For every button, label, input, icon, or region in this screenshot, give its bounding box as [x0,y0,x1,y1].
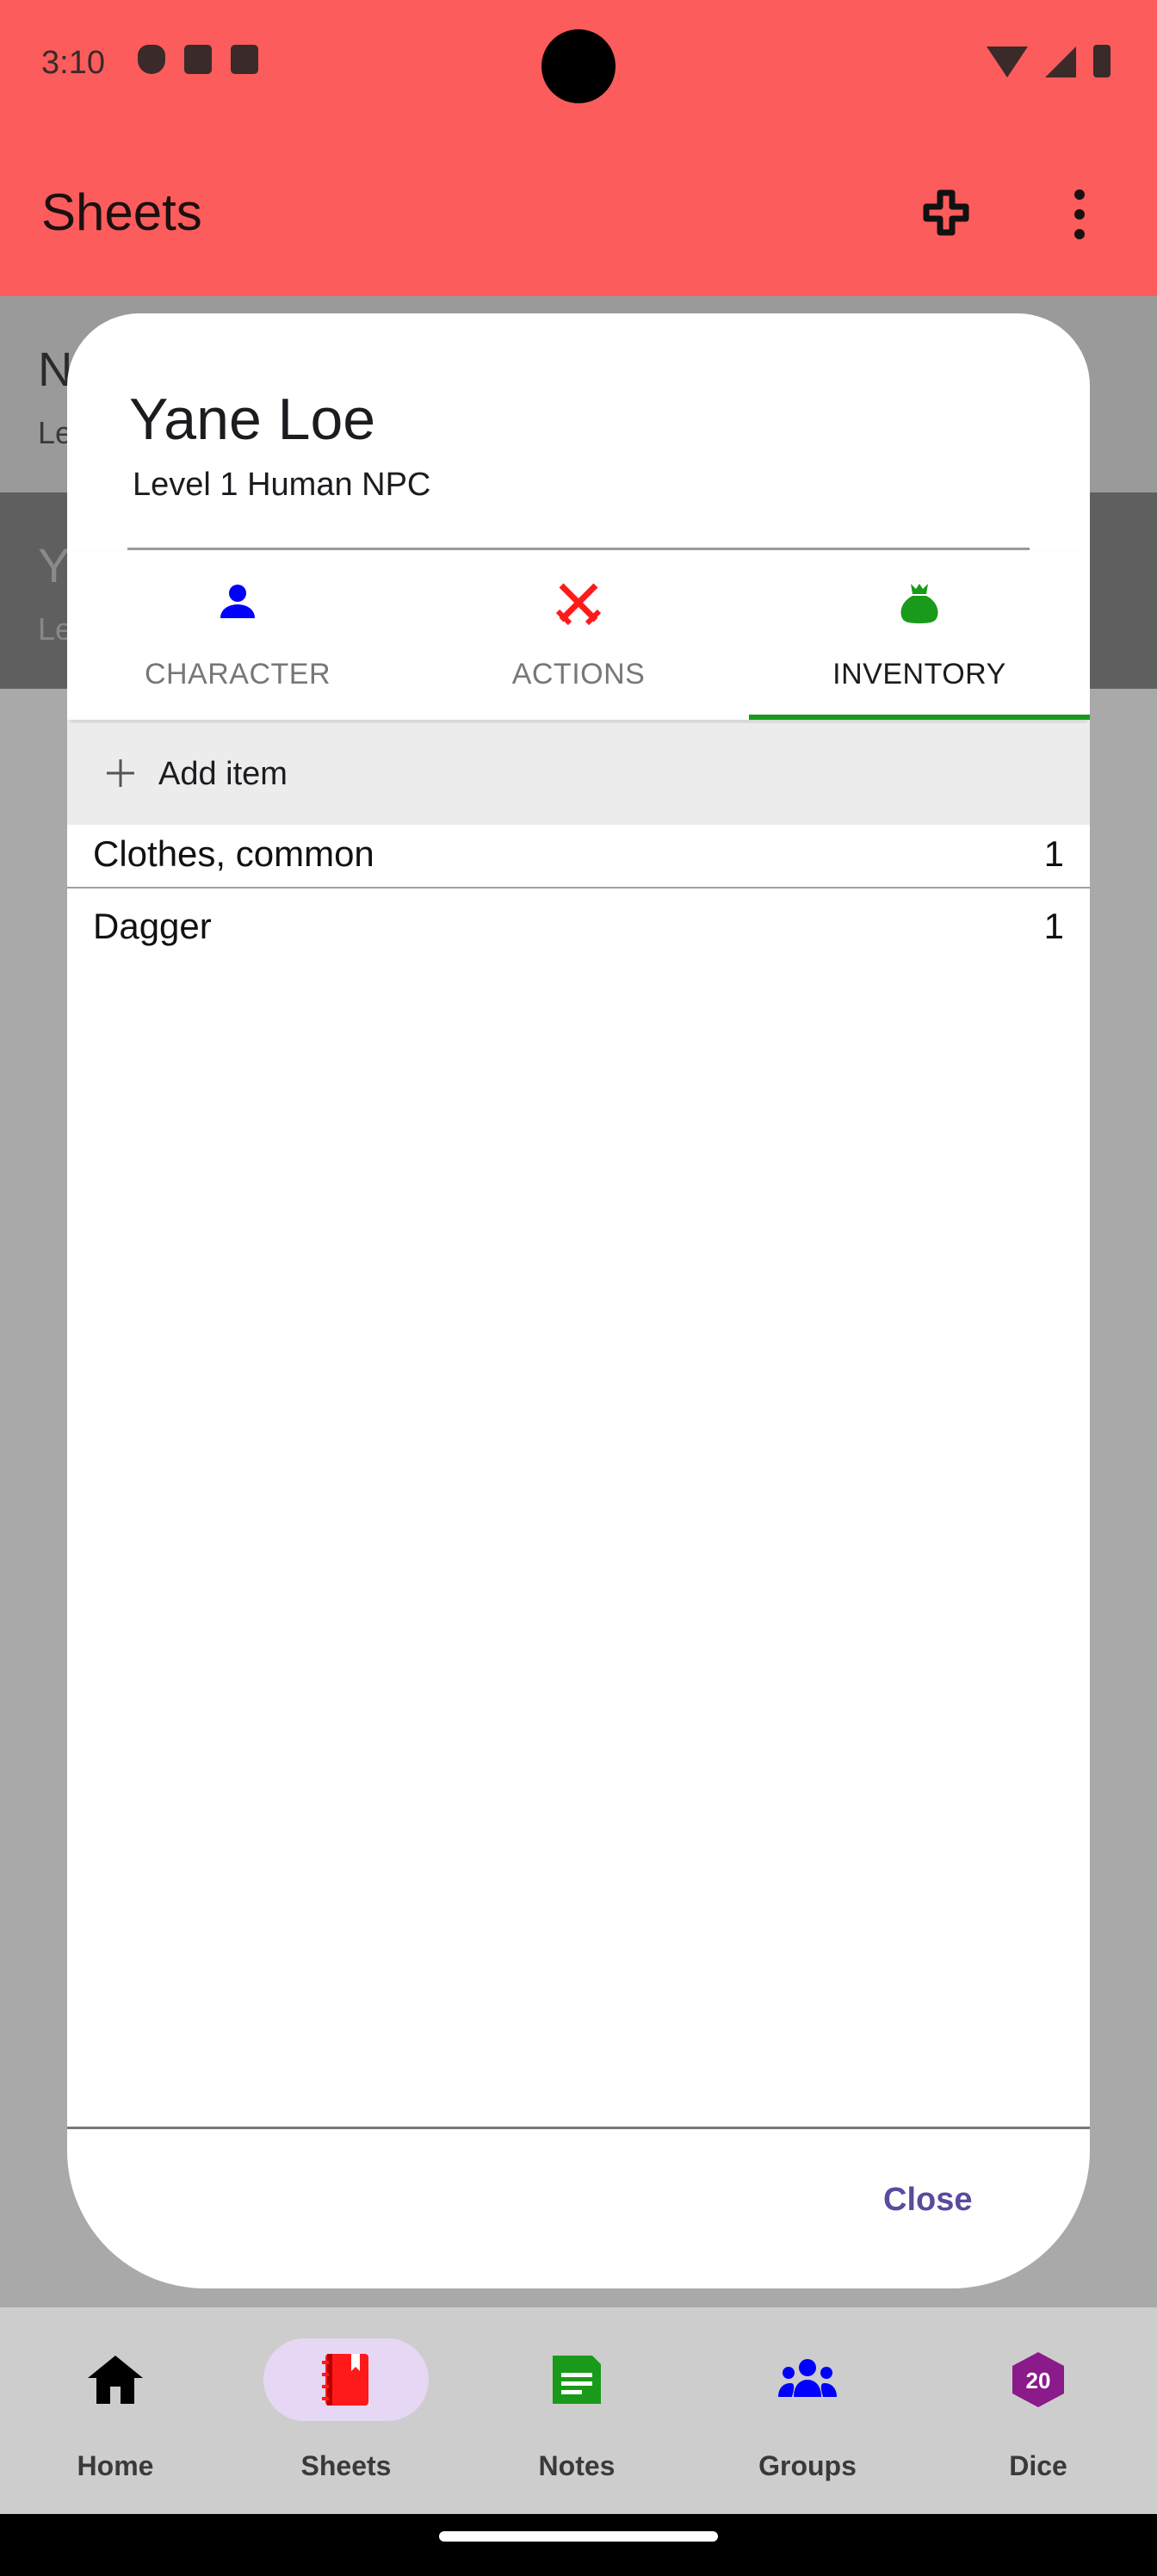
row-divider [67,887,1090,889]
nav-label: Sheets [300,2450,392,2481]
item-quantity: 1 [1043,833,1064,874]
status-bar: 3:10 [0,0,1157,129]
camera-cutout [541,29,616,103]
tab-character[interactable]: CHARACTER [67,551,408,720]
d20-icon: 20 [1012,2352,1064,2407]
home-icon [88,2356,143,2404]
app-bar: Sheets [0,129,1157,296]
gesture-bar [0,2514,1157,2576]
close-button[interactable]: Close [883,2182,972,2219]
crossed-swords-icon [555,583,602,626]
divider [67,2127,1090,2129]
status-time: 3:10 [41,45,105,81]
home-gesture-handle[interactable] [439,2531,718,2542]
add-item-button[interactable]: Add item [67,723,1090,825]
list-item-title: Y [38,538,71,592]
tab-inventory[interactable]: INVENTORY [749,551,1090,720]
tab-bar: CHARACTER ACTIONS INVENTORY [67,551,1090,720]
add-item-label: Add item [158,756,288,792]
add-sheet-icon[interactable] [923,189,969,236]
tab-label: ACTIONS [511,658,646,690]
signal-icon [1045,46,1076,77]
font-a-icon [231,45,258,74]
nav-home[interactable]: Home [0,2307,231,2514]
person-icon [220,585,255,618]
divider [127,548,1030,550]
shield-play-icon [138,45,165,74]
sd-card-icon [184,45,212,74]
item-name: Clothes, common [93,833,374,874]
character-sheet-dialog: Yane Loe Level 1 Human NPC CHARACTER ACT… [67,313,1090,2288]
bottom-navigation: Home Sheets Notes Groups 20 Dice [0,2307,1157,2514]
notes-icon [553,2356,601,2404]
nav-label: Home [77,2450,154,2481]
more-options-icon[interactable] [1067,189,1092,239]
notification-icons [138,45,258,74]
nav-label: Notes [538,2450,616,2481]
active-tab-indicator [749,715,1090,720]
tab-label: INVENTORY [832,658,1006,690]
nav-groups[interactable]: Groups [692,2307,923,2514]
inventory-item[interactable]: Dagger 1 [67,897,1090,968]
wifi-icon [987,46,1028,77]
nav-dice[interactable]: 20 Dice [923,2307,1154,2514]
tab-actions[interactable]: ACTIONS [408,551,749,720]
plus-icon [107,759,134,787]
bag-icon [900,584,938,623]
system-icons [987,45,1111,77]
battery-icon [1093,45,1111,77]
nav-label: Groups [758,2450,857,2481]
dialog-title: Yane Loe [129,387,376,452]
item-quantity: 1 [1043,906,1064,946]
page-title: Sheets [41,183,202,241]
sheets-book-icon [322,2354,368,2406]
nav-notes[interactable]: Notes [461,2307,692,2514]
inventory-item[interactable]: Clothes, common 1 [67,825,1090,895]
item-name: Dagger [93,906,212,946]
dice-badge: 20 [1026,2368,1051,2393]
nav-label: Dice [1009,2450,1067,2481]
groups-icon [778,2359,837,2397]
nav-sheets[interactable]: Sheets [231,2307,461,2514]
dialog-subtitle: Level 1 Human NPC [133,467,431,503]
tab-label: CHARACTER [144,658,331,690]
